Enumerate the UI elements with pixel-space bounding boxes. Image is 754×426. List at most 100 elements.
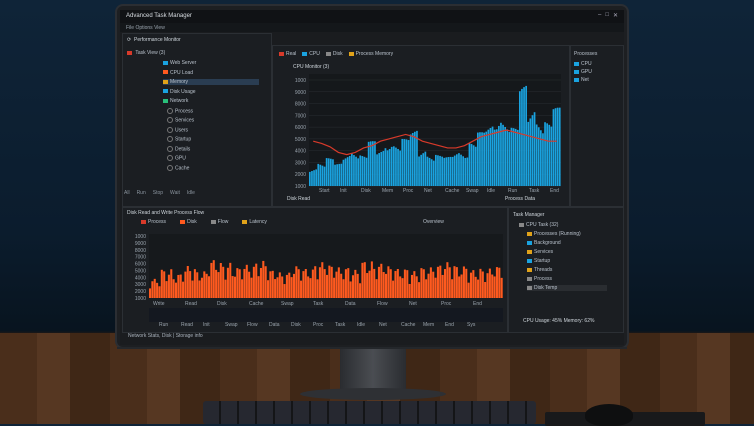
task-item[interactable]: CPU Task (32) xyxy=(519,222,558,228)
right-top-item[interactable]: Net xyxy=(574,77,589,83)
disk-bar xyxy=(389,269,392,298)
item-circle-icon xyxy=(167,164,173,171)
disk-bar xyxy=(375,279,378,298)
x-tick-label: Swap xyxy=(466,188,479,194)
close-icon[interactable]: ✕ xyxy=(613,12,618,19)
right-top-item[interactable]: GPU xyxy=(574,69,592,75)
x-tick-label: End xyxy=(445,322,454,328)
maximize-icon[interactable]: □ xyxy=(605,12,609,19)
status-chip[interactable]: Idle xyxy=(187,190,195,196)
y-tick-label: 8000 xyxy=(135,248,146,254)
disk-bar xyxy=(436,266,439,298)
tree-item[interactable]: Users xyxy=(167,126,188,133)
tree-item[interactable]: Services xyxy=(167,117,194,123)
disk-bar xyxy=(486,273,489,298)
disk-bar xyxy=(295,266,298,298)
disk-bar xyxy=(281,276,284,298)
disk-bar xyxy=(318,267,321,298)
disk-bar xyxy=(330,266,333,298)
right-top-item[interactable]: CPU xyxy=(574,61,592,67)
tree-item[interactable]: CPU Load xyxy=(163,70,193,76)
disk-bar xyxy=(278,272,281,298)
top-chart-panel: Real CPU Disk Process Memory CPU Monitor (3… xyxy=(272,45,570,207)
disk-bar xyxy=(356,273,359,298)
disk-bar xyxy=(491,274,494,298)
x-tick-label: Idle xyxy=(487,188,495,194)
disk-bar xyxy=(453,266,456,298)
x-tick-label: Task xyxy=(335,322,346,328)
cpu-bar xyxy=(409,134,412,186)
disk-bar xyxy=(163,271,166,298)
disk-bar xyxy=(311,269,314,298)
tree-item[interactable]: Web Server xyxy=(163,60,196,66)
task-item[interactable]: Services xyxy=(527,249,553,255)
task-item[interactable]: Background xyxy=(527,240,561,246)
disk-bar xyxy=(469,272,473,298)
cpu-bar xyxy=(527,121,530,186)
tree-item[interactable]: Startup xyxy=(167,136,191,142)
task-item[interactable]: Disk Temp xyxy=(527,285,607,291)
x-tick-label: Proc xyxy=(313,322,324,328)
tree-root[interactable]: Task View (3) xyxy=(127,50,165,56)
cpu-bar xyxy=(506,129,509,186)
status-chip[interactable]: Stop xyxy=(153,190,163,196)
task-item[interactable]: Process xyxy=(527,276,552,282)
task-item-label: Process xyxy=(534,276,553,282)
task-item-label: Disk Temp xyxy=(534,285,558,291)
tree-item-label: Details xyxy=(175,145,191,152)
cpu-bar xyxy=(430,159,433,186)
status-chip[interactable]: Run xyxy=(137,190,146,196)
y-tick-label: 7000 xyxy=(135,255,146,261)
disk-bar xyxy=(257,276,260,298)
disk-bar xyxy=(158,286,161,298)
disk-bar xyxy=(252,266,255,298)
disk-bar xyxy=(170,269,173,298)
cpu-bar xyxy=(348,155,351,186)
tree-item[interactable]: Details xyxy=(167,145,191,152)
disk-bar xyxy=(288,272,291,298)
y-tick-label: 2000 xyxy=(135,289,146,295)
right-top-item-label: CPU xyxy=(581,61,592,67)
tree-item-label: GPU xyxy=(175,155,186,162)
tree-item[interactable]: Network xyxy=(163,98,188,104)
status-chip[interactable]: Wait xyxy=(170,190,180,196)
cpu-bar xyxy=(390,146,393,186)
menu-items[interactable]: File Options View xyxy=(126,25,165,31)
item-circle-icon xyxy=(167,126,173,133)
disk-bar xyxy=(269,271,272,298)
disk-bar xyxy=(307,276,310,298)
minimize-icon[interactable]: – xyxy=(598,12,601,19)
tree-item[interactable]: GPU xyxy=(167,155,186,161)
status-chip[interactable]: All xyxy=(124,190,130,196)
disk-bar xyxy=(462,266,465,298)
tree-item[interactable]: Disk Usage xyxy=(163,89,196,95)
y-tick-label: 3000 xyxy=(295,160,306,166)
tree-item[interactable]: Memory xyxy=(163,79,259,85)
disk-bar xyxy=(217,272,220,298)
task-item[interactable]: Startup xyxy=(527,258,550,264)
cpu-bar xyxy=(485,131,488,186)
y-tick-label: 5000 xyxy=(295,137,306,143)
cpu-bar xyxy=(466,157,469,186)
refresh-icon[interactable]: ⟳ xyxy=(127,37,131,43)
cpu-bar xyxy=(424,151,427,186)
disk-bar xyxy=(174,282,178,298)
task-item-label: Services xyxy=(534,249,554,255)
x-tick-label: Swap xyxy=(225,322,238,328)
disk-bar xyxy=(354,269,357,298)
cpu-bar xyxy=(491,126,494,186)
x-tick-label: Cache xyxy=(445,188,460,194)
x-tick-label: Proc xyxy=(441,301,452,307)
disk-bar xyxy=(255,263,258,298)
tree-item[interactable]: Process xyxy=(167,107,193,114)
disk-bar xyxy=(212,260,215,298)
disk-bar xyxy=(245,264,248,298)
task-item[interactable]: Processes (Running) xyxy=(527,231,581,237)
disk-bar xyxy=(460,274,463,298)
item-circle-icon xyxy=(167,155,173,161)
cpu-bar xyxy=(369,141,372,186)
tree-item[interactable]: Cache xyxy=(167,164,189,171)
disk-bar xyxy=(368,270,371,298)
task-item[interactable]: Threads xyxy=(527,267,552,273)
task-swatch-icon xyxy=(527,249,532,254)
